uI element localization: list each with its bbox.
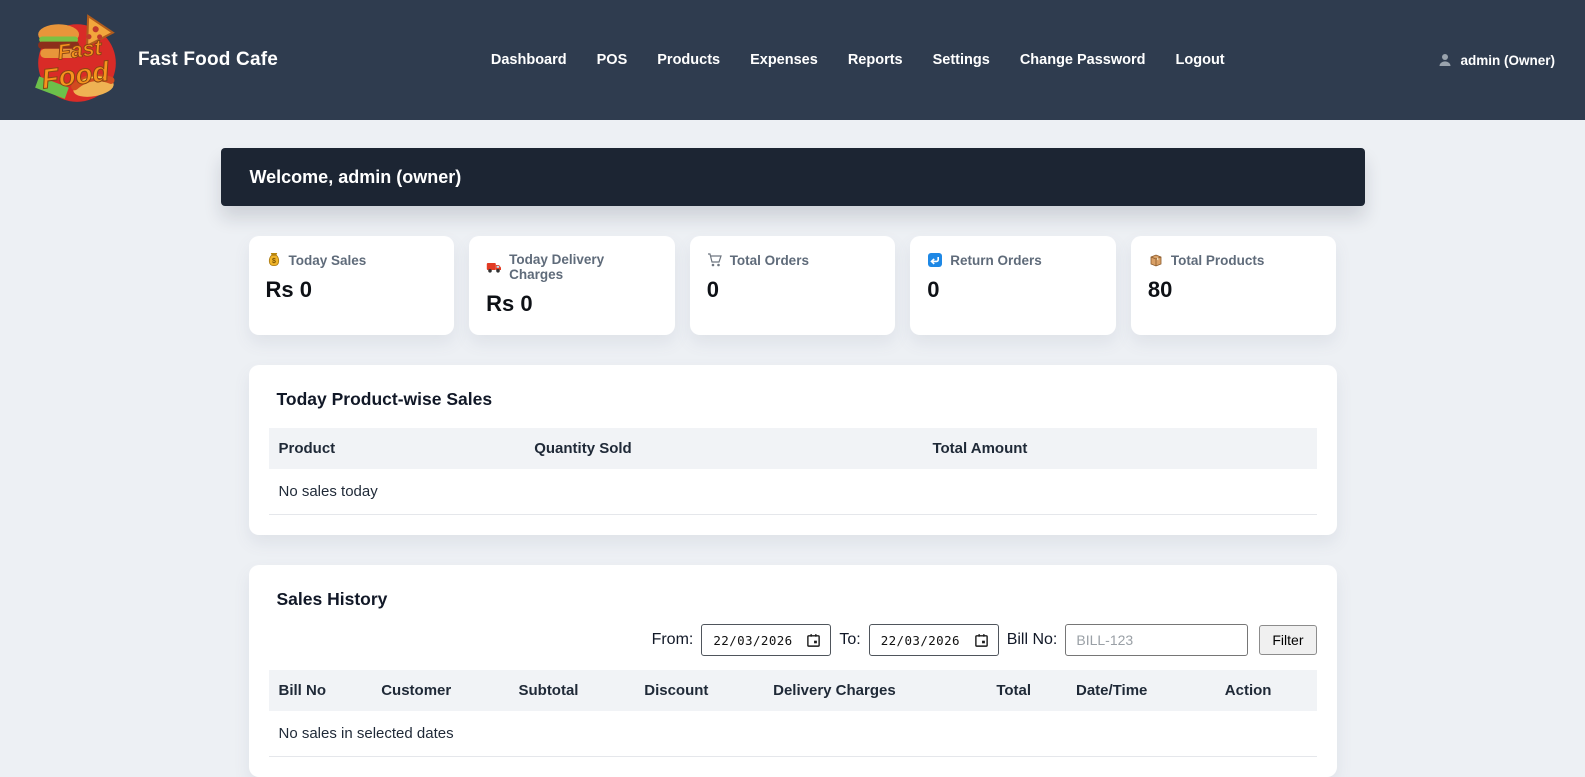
stat-value: 80 [1148, 277, 1320, 303]
stat-card-return-orders: Return Orders 0 [910, 236, 1116, 335]
stat-label-row: Total Products [1148, 252, 1320, 268]
stat-value: 0 [707, 277, 879, 303]
to-date-label: To: [839, 631, 860, 649]
stat-label: Total Orders [730, 253, 809, 268]
welcome-text: Welcome, admin (owner) [250, 167, 462, 188]
stat-card-today-sales: $ Today Sales Rs 0 [249, 236, 455, 335]
from-date-field[interactable] [701, 624, 831, 656]
user-icon [1437, 52, 1453, 68]
column-header-date-time: Date/Time [1066, 670, 1215, 711]
sales-history-filter-bar: From: To: Bill N [269, 624, 1317, 656]
stat-label-row: Total Orders [707, 252, 879, 268]
stat-card-today-delivery-charges: Today Delivery Charges Rs 0 [469, 236, 675, 335]
stat-label: Total Products [1171, 253, 1265, 268]
stat-label: Today Delivery Charges [509, 252, 658, 282]
column-header-customer: Customer [371, 670, 508, 711]
nav-item-expenses[interactable]: Expenses [735, 44, 833, 76]
column-header-bill-no: Bill No [269, 670, 372, 711]
bill-no-label: Bill No: [1007, 631, 1058, 649]
table-row: No sales today [269, 469, 1317, 515]
calendar-icon[interactable] [806, 633, 821, 648]
nav-item-products[interactable]: Products [642, 44, 735, 76]
column-header-action: Action [1215, 670, 1317, 711]
sales-history-table: Bill No Customer Subtotal Discount Deliv… [269, 670, 1317, 757]
user-menu[interactable]: admin (Owner) [1437, 52, 1555, 68]
stat-card-total-products: Total Products 80 [1131, 236, 1337, 335]
table-header-row: Bill No Customer Subtotal Discount Deliv… [269, 670, 1317, 711]
column-header-discount: Discount [634, 670, 763, 711]
empty-state-message: No sales today [269, 469, 1317, 515]
shopping-cart-icon [707, 252, 723, 268]
stat-label: Today Sales [289, 253, 367, 268]
sales-history-panel: Sales History From: To: [249, 565, 1337, 777]
fast-food-logo-icon: Fast Food [30, 13, 124, 107]
column-header-total: Total [986, 670, 1066, 711]
stat-label: Return Orders [950, 253, 1042, 268]
return-arrow-icon [927, 252, 943, 268]
table-header-row: Product Quantity Sold Total Amount [269, 428, 1317, 469]
nav-item-settings[interactable]: Settings [918, 44, 1005, 76]
welcome-banner: Welcome, admin (owner) [221, 148, 1365, 206]
svg-text:$: $ [272, 258, 276, 265]
stat-label-row: Return Orders [927, 252, 1099, 268]
calendar-icon[interactable] [974, 633, 989, 648]
to-date-input[interactable] [881, 633, 965, 648]
stat-card-total-orders: Total Orders 0 [690, 236, 896, 335]
stat-label-row: Today Delivery Charges [486, 252, 658, 282]
main-nav: Dashboard POS Products Expenses Reports … [278, 44, 1437, 76]
from-date-label: From: [652, 631, 694, 649]
nav-item-reports[interactable]: Reports [833, 44, 918, 76]
money-bag-icon: $ [266, 252, 282, 268]
product-wise-sales-panel: Today Product-wise Sales Product Quantit… [249, 365, 1337, 535]
app-title: Fast Food Cafe [138, 49, 278, 71]
bill-no-input[interactable] [1065, 624, 1248, 656]
from-date-input[interactable] [713, 633, 797, 648]
column-header-subtotal: Subtotal [508, 670, 634, 711]
empty-state-message: No sales in selected dates [269, 711, 1317, 757]
user-label: admin (Owner) [1460, 53, 1555, 68]
filter-button[interactable]: Filter [1259, 625, 1316, 655]
to-date-field[interactable] [869, 624, 999, 656]
package-icon [1148, 252, 1164, 268]
product-wise-sales-table: Product Quantity Sold Total Amount No sa… [269, 428, 1317, 515]
column-header-quantity-sold: Quantity Sold [524, 428, 922, 469]
column-header-delivery-charges: Delivery Charges [763, 670, 986, 711]
stat-label-row: $ Today Sales [266, 252, 438, 268]
nav-item-change-password[interactable]: Change Password [1005, 44, 1161, 76]
stat-value: 0 [927, 277, 1099, 303]
product-wise-sales-title: Today Product-wise Sales [277, 389, 1317, 410]
dashboard-page: Welcome, admin (owner) $ Today Sales Rs … [221, 148, 1365, 777]
brand-home-link[interactable]: Fast Food Fast Food Cafe [30, 13, 278, 107]
stats-row: $ Today Sales Rs 0 Today Delivery Charge… [249, 236, 1337, 335]
nav-item-dashboard[interactable]: Dashboard [476, 44, 582, 76]
delivery-truck-icon [486, 259, 502, 275]
column-header-total-amount: Total Amount [922, 428, 1316, 469]
stat-value: Rs 0 [486, 291, 658, 317]
nav-item-pos[interactable]: POS [582, 44, 643, 76]
stat-value: Rs 0 [266, 277, 438, 303]
column-header-product: Product [269, 428, 525, 469]
top-navigation-bar: Fast Food Fast Food Cafe Dashboard POS P… [0, 0, 1585, 120]
nav-item-logout[interactable]: Logout [1161, 44, 1240, 76]
table-row: No sales in selected dates [269, 711, 1317, 757]
sales-history-title: Sales History [277, 589, 1317, 610]
